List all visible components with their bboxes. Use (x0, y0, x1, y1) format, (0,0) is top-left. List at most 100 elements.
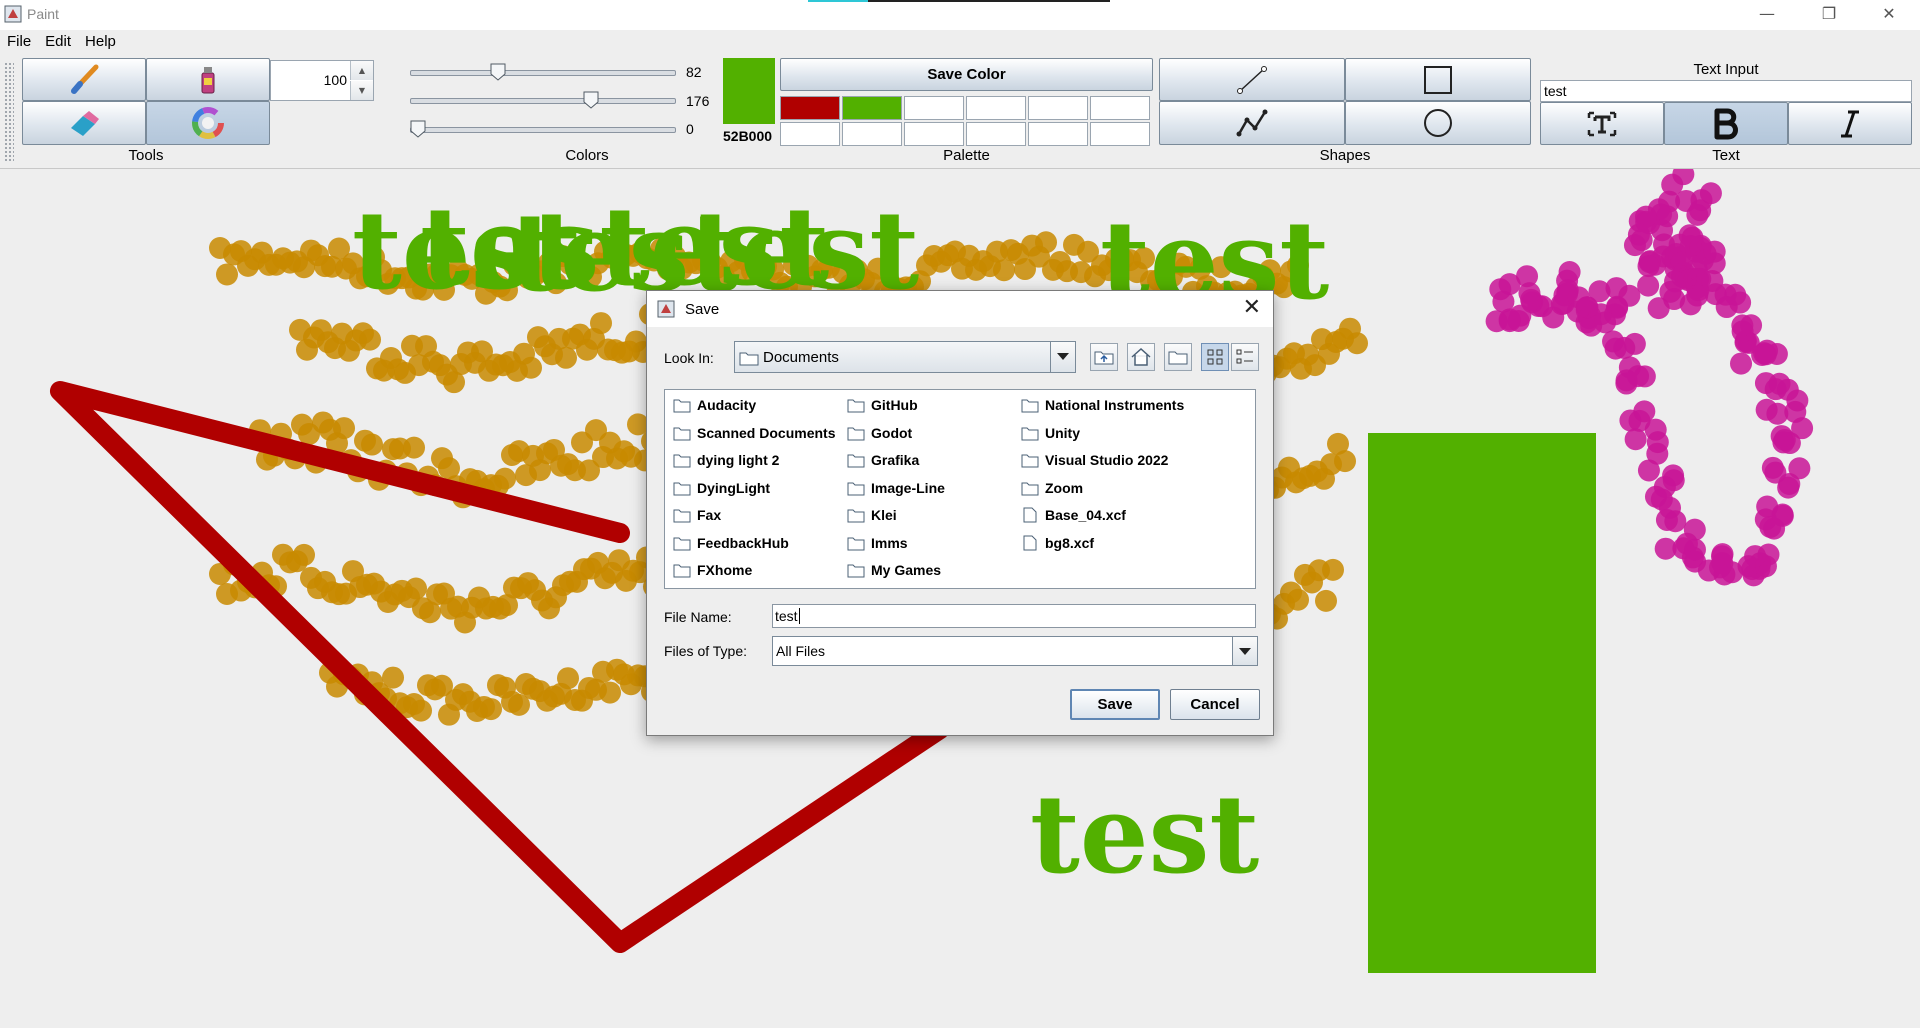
palette-cell[interactable] (842, 122, 902, 146)
palette-cell[interactable] (780, 96, 840, 120)
paint-dot (1624, 428, 1647, 451)
ellipse-tool-button[interactable] (1345, 101, 1531, 145)
blue-slider[interactable] (410, 120, 676, 138)
green-slider-thumb[interactable] (583, 91, 599, 109)
red-value: 82 (686, 64, 702, 80)
palette-cell[interactable] (1028, 96, 1088, 120)
details-view-icon (1236, 349, 1253, 364)
paint-dot (1788, 457, 1811, 480)
folder-list-item[interactable]: GitHub (847, 394, 918, 416)
palette-cell[interactable] (966, 96, 1026, 120)
home-button[interactable] (1127, 343, 1155, 371)
folder-list-item[interactable]: National Instruments (1021, 394, 1184, 416)
menu-file[interactable]: File (0, 30, 38, 50)
item-name: Godot (871, 424, 913, 441)
spinner-down-button[interactable]: ▼ (350, 81, 373, 100)
maximize-button[interactable]: ❐ (1806, 0, 1852, 30)
brush-tool-button[interactable] (22, 58, 146, 101)
folder-list-item[interactable]: dying light 2 (673, 449, 779, 471)
red-slider-thumb[interactable] (490, 63, 506, 81)
folder-list-item[interactable]: My Games (847, 559, 941, 581)
file-list-item[interactable]: bg8.xcf (1021, 532, 1094, 554)
italic-button[interactable] (1788, 102, 1912, 145)
paint-dot (1623, 234, 1646, 257)
palette-cell[interactable] (966, 122, 1026, 146)
red-slider-track (410, 70, 676, 76)
file-name-input[interactable]: test (772, 604, 1256, 628)
color-wheel-icon (192, 107, 224, 139)
spray-tool-button[interactable] (146, 58, 270, 101)
folder-list-item[interactable]: Unity (1021, 422, 1080, 444)
item-name: Imms (871, 534, 908, 551)
folder-list-item[interactable]: Fax (673, 504, 721, 526)
file-name-value: test (775, 608, 798, 624)
folder-icon (1021, 399, 1039, 413)
folder-list-item[interactable]: Visual Studio 2022 (1021, 449, 1168, 471)
green-slider[interactable] (410, 91, 676, 109)
file-list[interactable]: Audacity Scanned Documents dying light 2 Dy… (664, 389, 1256, 589)
look-in-dropdown[interactable]: Documents (734, 341, 1076, 373)
minimize-button[interactable]: — (1744, 0, 1790, 30)
menu-help[interactable]: Help (78, 30, 123, 50)
text-tool-button[interactable] (1540, 102, 1664, 145)
dialog-close-icon[interactable]: ✕ (1243, 295, 1261, 320)
bold-button[interactable] (1664, 102, 1788, 145)
palette-cell[interactable] (842, 96, 902, 120)
folder-icon (673, 564, 691, 578)
look-in-label: Look In: (664, 350, 714, 366)
palette-cell[interactable] (1090, 96, 1150, 120)
red-slider[interactable] (410, 63, 676, 81)
save-color-button[interactable]: Save Color (780, 58, 1153, 91)
folder-list-item[interactable]: Grafika (847, 449, 919, 471)
chevron-down-icon[interactable] (1232, 637, 1257, 665)
toolbar-grip[interactable] (4, 62, 14, 162)
spinner-up-button[interactable]: ▲ (350, 61, 373, 80)
eraser-tool-button[interactable] (22, 101, 146, 145)
green-value: 176 (686, 93, 710, 109)
menu-edit[interactable]: Edit (38, 30, 78, 50)
details-view-button[interactable] (1231, 343, 1259, 371)
text-input-field[interactable]: test (1540, 80, 1912, 102)
item-name: Fax (697, 507, 722, 523)
paint-dot (403, 436, 425, 459)
folder-list-item[interactable]: Audacity (673, 394, 756, 416)
rectangle-tool-button[interactable] (1345, 58, 1531, 101)
file-type-dropdown[interactable]: All Files (772, 636, 1258, 666)
folder-list-item[interactable]: Image-Line (847, 477, 945, 499)
folder-list-item[interactable]: FXhome (673, 559, 752, 581)
eraser-icon (71, 111, 99, 136)
paint-dot (1730, 352, 1753, 375)
folder-list-item[interactable]: FeedbackHub (673, 532, 789, 554)
cancel-button[interactable]: Cancel (1170, 689, 1260, 720)
palette-cell[interactable] (904, 122, 964, 146)
save-button[interactable]: Save (1070, 689, 1160, 720)
folder-list-item[interactable]: Klei (847, 504, 897, 526)
palette-cell[interactable] (904, 96, 964, 120)
folder-list-item[interactable]: Imms (847, 532, 908, 554)
list-view-button[interactable] (1201, 343, 1229, 371)
folder-list-item[interactable]: Zoom (1021, 477, 1083, 499)
up-folder-button[interactable] (1090, 343, 1118, 371)
chevron-down-icon[interactable] (1050, 342, 1075, 372)
paint-dot (1334, 450, 1356, 473)
folder-icon (847, 537, 865, 550)
palette-cell[interactable] (1028, 122, 1088, 146)
canvas-text: test (1030, 772, 1260, 898)
current-color-swatch (723, 58, 775, 124)
line-tool-button[interactable] (1159, 58, 1345, 101)
file-list-item[interactable]: Base_04.xcf (1021, 504, 1126, 526)
folder-list-item[interactable]: Godot (847, 422, 912, 444)
app-icon (657, 300, 675, 318)
new-folder-button[interactable] (1164, 343, 1192, 371)
palette-cell[interactable] (780, 122, 840, 146)
color-picker-tool-button[interactable] (146, 101, 270, 145)
close-button[interactable]: ✕ (1866, 0, 1912, 30)
file-name-label: File Name: (664, 609, 732, 625)
blue-slider-thumb[interactable] (410, 120, 426, 138)
palette-cell[interactable] (1090, 122, 1150, 146)
folder-icon (673, 482, 691, 495)
polyline-tool-button[interactable] (1159, 101, 1345, 145)
brush-size-spinner[interactable]: 100 ▲ ▼ (270, 60, 374, 101)
folder-list-item[interactable]: Scanned Documents (673, 422, 835, 444)
folder-list-item[interactable]: DyingLight (673, 477, 770, 499)
